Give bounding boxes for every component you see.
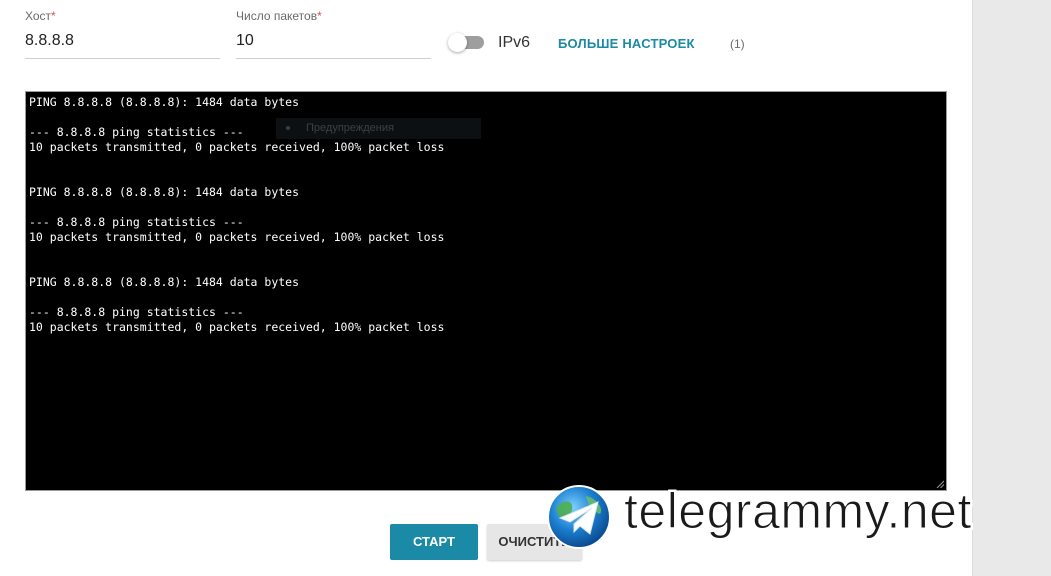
host-label: Хост* <box>25 8 220 24</box>
host-input[interactable] <box>25 32 220 59</box>
terminal-line: --- 8.8.8.8 ping statistics --- <box>29 125 244 139</box>
more-settings-link[interactable]: БОЛЬШЕ НАСТРОЕК <box>558 36 695 51</box>
start-button[interactable]: СТАРТ <box>390 524 478 560</box>
terminal-line: --- 8.8.8.8 ping statistics --- <box>29 215 244 229</box>
packet-count-required-mark: * <box>317 9 322 23</box>
terminal-line: PING 8.8.8.8 (8.8.8.8): 1484 data bytes <box>29 95 300 109</box>
telegram-globe-logo-icon <box>547 485 611 549</box>
packet-count-label-text: Число пакетов <box>236 9 318 23</box>
watermark-text: telegrammy.net <box>624 483 972 540</box>
host-label-text: Хост <box>25 9 52 23</box>
ghost-tooltip-text: Предупреждения <box>306 122 394 134</box>
terminal-line: 10 packets transmitted, 0 packets receiv… <box>29 320 445 334</box>
ghost-tooltip: Предупреждения <box>276 118 481 139</box>
host-required-mark: * <box>51 9 56 23</box>
terminal-line: 10 packets transmitted, 0 packets receiv… <box>29 140 445 154</box>
packet-count-label: Число пакетов* <box>236 8 431 24</box>
ping-tool-page: Хост* Число пакетов* IPv6 БОЛЬШЕ НАСТРОЕ… <box>0 0 1051 576</box>
ping-output-terminal[interactable]: PING 8.8.8.8 (8.8.8.8): 1484 data bytes -… <box>25 91 947 491</box>
ipv6-toggle[interactable] <box>448 33 484 52</box>
ipv6-label: IPv6 <box>498 34 531 51</box>
ghost-tooltip-dot-icon <box>286 126 290 131</box>
terminal-line: --- 8.8.8.8 ping statistics --- <box>29 305 244 319</box>
host-field: Хост* <box>25 8 220 62</box>
ipv6-toggle-knob <box>448 33 467 52</box>
packet-count-field: Число пакетов* <box>236 8 431 62</box>
more-settings-count: (1) <box>730 37 745 51</box>
terminal-line: PING 8.8.8.8 (8.8.8.8): 1484 data bytes <box>29 275 300 289</box>
terminal-line: PING 8.8.8.8 (8.8.8.8): 1484 data bytes <box>29 185 300 199</box>
watermark: telegrammy.net <box>546 483 1036 550</box>
terminal-line: 10 packets transmitted, 0 packets receiv… <box>29 230 445 244</box>
packet-count-input[interactable] <box>236 32 431 59</box>
